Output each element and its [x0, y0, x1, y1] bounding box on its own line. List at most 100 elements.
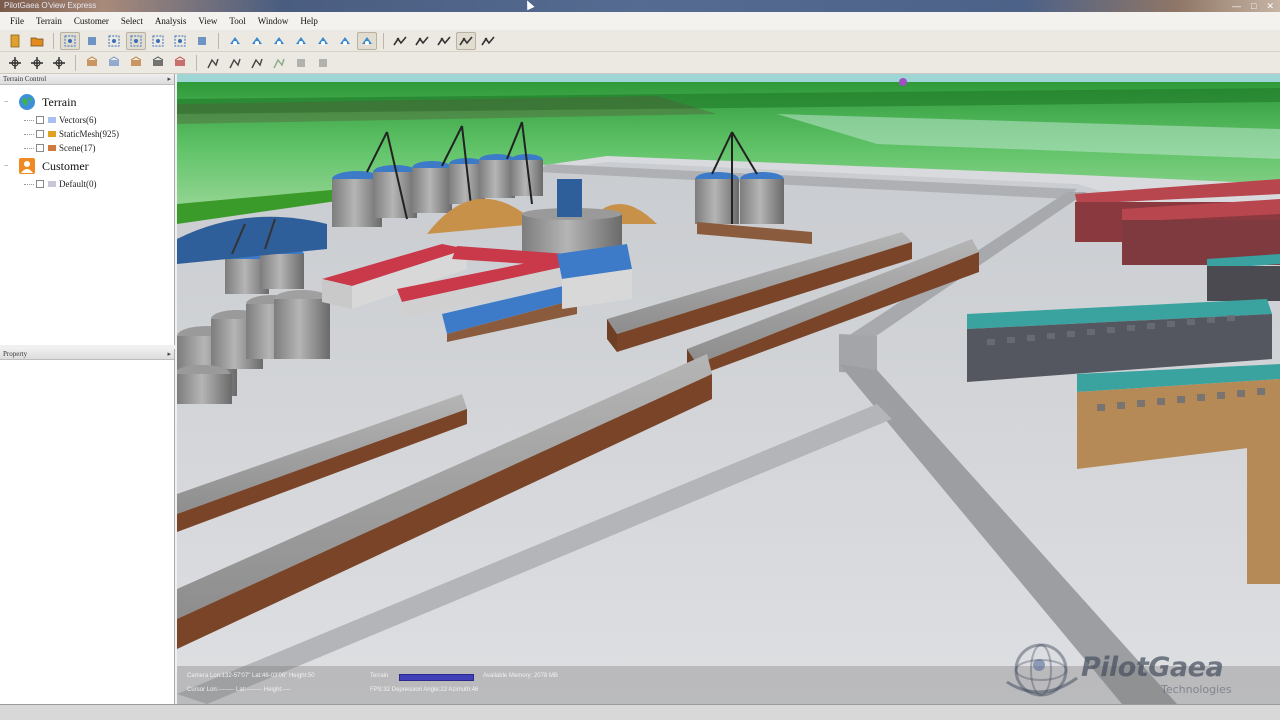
- scene-render[interactable]: [177, 74, 1280, 704]
- measure-angle-button[interactable]: [456, 31, 476, 50]
- property-panel: Property ▸: [0, 349, 175, 704]
- tree-item[interactable]: Vectors(6): [0, 113, 174, 127]
- collapse-icon[interactable]: −: [4, 99, 18, 106]
- menu-file[interactable]: File: [4, 16, 30, 26]
- edit-move-icon: [86, 55, 98, 66]
- menu-analysis[interactable]: Analysis: [149, 16, 193, 26]
- tree-branch-line: [24, 119, 34, 121]
- app-window: PilotGaea O'view Express — □ ✕ File Terra…: [0, 0, 1280, 720]
- tree-item[interactable]: Default(0): [0, 177, 174, 191]
- nav-pan-button[interactable]: [269, 32, 289, 50]
- measure-line-button[interactable]: [390, 32, 410, 50]
- new-file-icon: [10, 34, 20, 47]
- select-region-button[interactable]: [126, 31, 146, 50]
- terrain-progress-bar: [399, 674, 474, 681]
- draw-curve-button[interactable]: [269, 54, 289, 72]
- measure-path-button[interactable]: [478, 32, 498, 50]
- layer-add-button[interactable]: [5, 54, 25, 72]
- nav-forward-button[interactable]: [225, 32, 245, 50]
- menu-bar: File Terrain Customer Select Analysis View Too…: [0, 12, 1280, 29]
- measure-area-button[interactable]: [412, 32, 432, 50]
- edit-copy-icon: [108, 55, 120, 66]
- minimize-icon[interactable]: —: [1232, 1, 1241, 11]
- logo-subtitle: Technologies: [1161, 683, 1232, 696]
- draw-polygon-button[interactable]: [225, 54, 245, 72]
- measure-height-icon: [437, 35, 451, 45]
- select-rect-icon: [64, 35, 76, 46]
- layer-settings-icon: [53, 56, 65, 69]
- nav-pan-icon: [274, 36, 284, 45]
- edit-rotate-button[interactable]: [170, 54, 190, 72]
- nav-walk-icon: [318, 36, 328, 45]
- menu-customer[interactable]: Customer: [68, 16, 115, 26]
- tree-branch-line: [24, 133, 34, 135]
- property-panel-title: Property: [3, 350, 28, 358]
- tree-item[interactable]: StaticMesh(925): [0, 127, 174, 141]
- fit-view-button[interactable]: [192, 32, 212, 50]
- default-layer-icon: [48, 181, 56, 187]
- menu-help[interactable]: Help: [294, 16, 324, 26]
- 3d-viewport[interactable]: Camera Lon:132-57'07" Lat:46-03'06" Heig…: [177, 74, 1280, 704]
- measure-area-icon: [415, 35, 429, 45]
- customer-icon: [19, 158, 35, 174]
- menu-terrain[interactable]: Terrain: [30, 16, 68, 26]
- camera-button[interactable]: [357, 31, 377, 50]
- select-all-button[interactable]: [104, 32, 124, 50]
- zoom-extent-button[interactable]: [170, 32, 190, 50]
- zoom-select-icon: [152, 35, 164, 46]
- export-button[interactable]: [291, 54, 311, 72]
- layer-checkbox[interactable]: [36, 180, 44, 188]
- mesh-layer-icon: [48, 131, 56, 137]
- open-folder-button[interactable]: [27, 32, 47, 50]
- layer-tree: − Terrain Vectors(6) StaticMesh(925) Scene(1…: [0, 85, 174, 191]
- new-file-button[interactable]: [5, 32, 25, 50]
- terrain-panel-title: Terrain Control: [3, 75, 47, 83]
- tree-root-customer[interactable]: − Customer: [0, 155, 174, 177]
- bottom-status-strip: [0, 704, 1280, 720]
- cursor-readout: Cursor Lon:-------- Lat:-------- Height:…: [187, 687, 291, 693]
- maximize-icon[interactable]: □: [1251, 1, 1256, 11]
- zoom-select-button[interactable]: [148, 32, 168, 50]
- fps-readout: FPS:32 Depression Angle:22 Azimuth:46: [370, 687, 479, 693]
- edit-paint-button[interactable]: [126, 54, 146, 72]
- measure-height-button[interactable]: [434, 32, 454, 50]
- measure-path-icon: [481, 35, 495, 45]
- collapse-icon[interactable]: −: [4, 163, 18, 170]
- edit-scale-button[interactable]: [148, 54, 168, 72]
- nav-orbit-button[interactable]: [335, 32, 355, 50]
- property-panel-header: Property ▸: [0, 349, 174, 360]
- nav-walk-button[interactable]: [313, 32, 333, 50]
- menu-window[interactable]: Window: [252, 16, 295, 26]
- draw-point-button[interactable]: [247, 54, 267, 72]
- menu-tool[interactable]: Tool: [223, 16, 251, 26]
- layer-settings-button[interactable]: [49, 54, 69, 72]
- edit-copy-button[interactable]: [104, 54, 124, 72]
- export-icon: [297, 58, 305, 67]
- import-button[interactable]: [313, 54, 333, 72]
- title-bar: PilotGaea O'view Express — □ ✕: [0, 0, 1280, 12]
- layer-refresh-button[interactable]: [27, 54, 47, 72]
- terrain-control-panel: Terrain Control ▸ − Terrain Vectors(6) Stat…: [0, 74, 175, 345]
- layer-checkbox[interactable]: [36, 144, 44, 152]
- nav-rotate-button[interactable]: [247, 32, 267, 50]
- draw-line-button[interactable]: [203, 54, 223, 72]
- menu-view[interactable]: View: [192, 16, 223, 26]
- layer-checkbox[interactable]: [36, 116, 44, 124]
- import-icon: [319, 58, 327, 67]
- terrain-panel-header: Terrain Control ▸: [0, 74, 174, 85]
- move-button[interactable]: [82, 32, 102, 50]
- tree-item-label: Scene(17): [59, 143, 96, 153]
- nav-fly-button[interactable]: [291, 32, 311, 50]
- tree-item[interactable]: Scene(17): [0, 141, 174, 155]
- tree-item-label: Vectors(6): [59, 115, 97, 125]
- select-rect-button[interactable]: [60, 31, 80, 50]
- edit-move-button[interactable]: [82, 54, 102, 72]
- close-icon[interactable]: ✕: [1266, 1, 1274, 11]
- vector-layer-icon: [48, 117, 56, 123]
- measure-angle-icon: [459, 35, 473, 45]
- pin-icon[interactable]: ▸: [167, 350, 171, 358]
- tree-root-terrain[interactable]: − Terrain: [0, 91, 174, 113]
- pin-icon[interactable]: ▸: [167, 75, 171, 83]
- menu-select[interactable]: Select: [115, 16, 149, 26]
- layer-checkbox[interactable]: [36, 130, 44, 138]
